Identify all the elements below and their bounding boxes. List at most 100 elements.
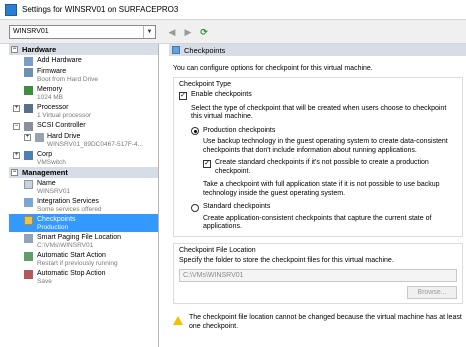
tree-item-label: Checkpoints [37,216,76,223]
collapse-icon[interactable]: − [13,123,20,130]
tree-item-label: Automatic Stop Action [37,270,106,277]
add-hardware-icon [24,57,33,66]
enable-checkpoints-checkbox[interactable]: ✓ [179,91,187,100]
fallback-standard-checkbox[interactable]: ✓ [203,159,211,168]
tree-item-sub: 1 Virtual processor [37,112,92,119]
memory-icon [24,86,33,95]
firmware-icon [24,68,33,77]
name-icon [24,180,33,189]
tree-item-sub: Production [37,224,69,231]
warning-icon [173,316,183,325]
scsi-controller-icon [24,122,33,131]
tree-item-sub: 1024 MB [37,94,64,101]
automatic-start-icon [24,252,33,261]
intro-text: You can configure options for checkpoint… [173,65,373,72]
tree-item-label: Hard Drive [47,133,81,140]
fallback-row: ✓ Create standard checkpoints if it's no… [203,159,457,176]
management-section-header[interactable]: − Management [9,167,158,178]
tree-item-label: Add Hardware [37,57,82,64]
tree-item-processor[interactable]: + Processor 1 Virtual processor [9,102,158,120]
integration-services-icon [24,198,33,207]
refresh-icon[interactable]: ⟳ [198,26,210,38]
tree-item-sub: WINSRV01 [37,188,71,195]
tree-item-sub: Boot from Hard Drive [37,76,99,83]
tree-item-label: Name [37,180,56,187]
production-checkpoints-radio[interactable] [191,127,199,135]
tree-item-label: Corp [37,151,53,158]
production-checkpoints-label[interactable]: Production checkpoints [203,127,275,136]
expand-icon[interactable]: + [24,134,31,141]
checkpoints-header-icon [172,46,180,54]
automatic-stop-icon [24,270,33,279]
tree-item-add-hardware[interactable]: Add Hardware [9,55,158,66]
tree-item-firmware[interactable]: Firmware Boot from Hard Drive [9,66,158,84]
checkpoint-path-field: C:\VMs\WINSRV01 [179,269,457,282]
tree-item-label: Firmware [37,68,67,75]
take-checkpoint-text: Take a checkpoint with full application … [203,181,440,197]
fallback-standard-label[interactable]: Create standard checkpoints if it's not … [215,159,457,176]
chevron-down-icon: ▼ [143,26,155,38]
tree-item-sub: WINSRV01_89DC0467-517F-4... [47,141,143,148]
tree-item-scsi-controller[interactable]: − SCSI Controller [9,120,158,131]
back-arrow-icon[interactable]: ◀ [166,26,178,38]
warning-text: The checkpoint file location cannot be c… [189,314,462,330]
tree-item-automatic-stop[interactable]: Automatic Stop Action Save [9,268,158,286]
tree-item-hard-drive[interactable]: + Hard Drive WINSRV01_89DC0467-517F-4... [9,131,158,149]
enable-checkpoints-label[interactable]: Enable checkpoints [191,91,252,100]
checkpoints-icon [24,216,33,225]
tree-item-sub: Save [37,278,52,285]
checkpoint-type-title: Checkpoint Type [179,81,232,88]
management-header-label: Management [22,168,68,177]
tree-item-checkpoints[interactable]: Checkpoints Production [9,214,158,232]
hardware-header-label: Hardware [22,45,57,54]
warning-message: The checkpoint file location cannot be c… [173,314,463,331]
select-type-text: Select the type of checkpoint that will … [191,104,447,121]
tree-item-name[interactable]: Name WINSRV01 [9,178,158,196]
tree-item-label: Smart Paging File Location [37,234,122,241]
collapse-icon[interactable]: − [11,46,18,53]
tree-item-label: Integration Services [37,198,99,205]
hardware-section-header[interactable]: − Hardware [9,44,158,55]
tree-item-memory[interactable]: Memory 1024 MB [9,84,158,102]
production-description: Use backup technology in the guest opera… [203,138,448,154]
vm-selector-value: WINSRV01 [13,28,49,35]
tree-item-sub: C:\VMs\WINSRV01 [37,242,94,249]
file-location-desc: Specify the folder to store the checkpoi… [179,256,394,264]
window-title: Settings for WINSRV01 on SURFACEPRO3 [22,5,179,14]
expand-icon[interactable]: + [13,105,20,112]
tree-item-automatic-start[interactable]: Automatic Start Action Restart if previo… [9,250,158,268]
checkpoints-panel: Checkpoints You can configure options fo… [160,44,466,347]
standard-row: Standard checkpoints [191,203,457,212]
expand-icon[interactable]: + [13,152,20,159]
settings-app-icon [5,3,17,16]
browse-button: Browse... [407,286,457,299]
forward-arrow-icon[interactable]: ▶ [182,26,194,38]
tree-item-integration-services[interactable]: Integration Services Some services offer… [9,196,158,214]
checkpoint-type-group: Checkpoint Type ✓ Enable checkpoints Sel… [173,77,463,237]
standard-description: Create application-consistent checkpoint… [203,214,432,231]
tree-item-sub: VMSwitch [37,159,66,166]
tree-item-sub: Restart if previously running [37,260,118,267]
toolbar: WINSRV01 ▼ ◀ ▶ ⟳ [0,20,466,44]
tree-item-label: SCSI Controller [37,122,86,129]
tree-item-sub: Some services offered [37,206,102,213]
processor-icon [24,104,33,113]
vm-selector-dropdown[interactable]: WINSRV01 ▼ [9,25,156,39]
standard-checkpoints-radio[interactable] [191,203,199,212]
settings-tree: − Hardware Add Hardware Firmware Boot fr… [9,44,159,347]
file-location-group: Checkpoint File Location Specify the fol… [173,242,463,304]
panel-header: Checkpoints [169,44,466,56]
tree-item-label: Automatic Start Action [37,252,106,259]
tree-item-label: Processor [37,104,69,111]
title-bar: Settings for WINSRV01 on SURFACEPRO3 [0,0,466,20]
enable-checkpoints-row: ✓ Enable checkpoints [179,91,457,100]
tree-item-label: Memory [37,86,63,93]
production-row: Production checkpoints [191,127,457,136]
network-adapter-icon [24,151,33,160]
panel-content: You can configure options for checkpoint… [173,64,463,331]
standard-checkpoints-label[interactable]: Standard checkpoints [203,203,270,212]
tree-item-corp[interactable]: + Corp VMSwitch [9,149,158,167]
file-location-title: Checkpoint File Location [179,246,256,254]
tree-item-smart-paging[interactable]: Smart Paging File Location C:\VMs\WINSRV… [9,232,158,250]
collapse-icon[interactable]: − [11,169,18,176]
